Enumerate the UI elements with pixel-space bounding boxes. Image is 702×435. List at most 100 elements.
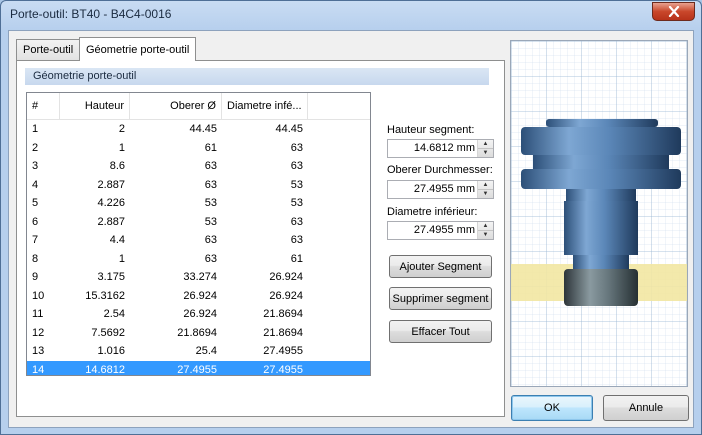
table-row[interactable]: 13 1.016 25.4 27.4955 [27,342,370,361]
column-header-oberer[interactable]: Oberer Ø [130,93,222,120]
cell-diametre: 21.8694 [263,308,303,320]
table-row[interactable]: 14 14.6812 27.4955 27.4955 [27,360,370,376]
cell-oberer: 33.274 [183,271,217,283]
spin-up-icon[interactable]: ▲ [478,222,493,230]
cell-oberer: 21.8694 [177,326,217,339]
oberer-value: 27.4955 mm [413,183,475,195]
cell-hauteur: 2.887 [97,178,125,191]
diametre-spinner[interactable]: ▲ ▼ [477,222,493,239]
oberer-input[interactable]: 27.4955 mm ▲ ▼ [387,180,494,199]
cell-index: 6 [32,215,39,228]
cell-oberer: 63 [204,178,217,191]
cell-hauteur: 2.887 [97,215,125,228]
cell-hauteur: 8.6 [109,160,125,172]
cell-diametre: 26.924 [269,289,303,302]
ajouter-segment-button[interactable]: Ajouter Segment [389,255,492,278]
close-button[interactable] [652,2,695,21]
cell-hauteur: 1 [118,141,125,154]
cell-diametre: 63 [290,141,303,154]
table-row[interactable]: 12 7.5692 21.8694 21.8694 [27,324,370,343]
hauteur-input[interactable]: 14.6812 mm ▲ ▼ [387,139,494,158]
cell-diametre: 27.4955 [263,345,303,357]
cell-diametre: 27.4955 [263,363,303,376]
spin-up-icon[interactable]: ▲ [478,140,493,148]
table-row[interactable]: 3 8.6 63 63 [27,157,370,176]
table-row[interactable]: 4 2.887 63 53 [27,176,370,195]
supprimer-segment-button[interactable]: Supprimer segment [389,287,492,310]
cell-index: 5 [32,197,39,209]
oberer-spinner[interactable]: ▲ ▼ [477,181,493,198]
cell-oberer: 53 [204,215,217,228]
geometry-table[interactable]: # Hauteur Oberer Ø Diametre infé... 1 2 44… [26,92,371,376]
cell-diametre: 26.924 [269,271,303,283]
table-row[interactable]: 2 1 61 63 [27,139,370,158]
tab-label: Porte-outil [23,44,74,56]
cell-diametre: 63 [290,160,303,172]
column-header-diametre[interactable]: Diametre infé... [222,93,308,120]
tab-geometrie[interactable]: Géometrie porte-outil [79,37,197,61]
table-row[interactable]: 1 2 44.45 44.45 [27,120,370,139]
table-row[interactable]: 10 15.3162 26.924 26.924 [27,287,370,306]
diametre-label: Diametre inférieur: [387,206,478,218]
cell-hauteur: 15.3162 [85,289,125,302]
cell-diametre: 53 [290,197,303,209]
cell-hauteur: 3.175 [97,271,125,283]
table-row[interactable]: 7 4.4 63 63 [27,231,370,250]
cell-index: 14 [32,363,45,376]
tool-holder-drawing [511,41,687,386]
cell-index: 11 [32,308,44,320]
ok-button[interactable]: OK [511,395,593,421]
tool-holder-preview[interactable] [510,40,688,387]
cell-hauteur: 2 [118,123,125,135]
cell-oberer: 44.45 [189,123,217,135]
effacer-tout-button[interactable]: Effacer Tout [389,320,492,343]
cell-diametre: 61 [290,252,303,265]
title-bar[interactable]: Porte-outil: BT40 - B4C4-0016 [1,1,701,29]
tab-panel: Géometrie porte-outil # Hauteur Oberer Ø… [16,60,505,417]
cell-diametre: 63 [290,215,303,228]
cell-index: 10 [32,289,45,302]
cell-index: 13 [32,345,45,357]
window-title: Porte-outil: BT40 - B4C4-0016 [10,7,172,21]
close-icon [668,6,679,17]
cell-oberer: 63 [204,234,217,246]
cell-oberer: 26.924 [183,308,217,320]
diametre-value: 27.4955 mm [413,224,475,236]
diametre-input[interactable]: 27.4955 mm ▲ ▼ [387,221,494,240]
tab-porte-outil[interactable]: Porte-outil [16,39,81,60]
cell-oberer: 27.4955 [177,363,217,376]
cell-index: 8 [32,252,39,265]
spin-down-icon[interactable]: ▼ [478,148,493,156]
spin-down-icon[interactable]: ▼ [478,230,493,238]
cell-index: 7 [32,234,39,246]
column-header-hauteur[interactable]: Hauteur [60,93,130,120]
cell-index: 9 [32,271,39,283]
annule-button[interactable]: Annule [603,395,689,421]
cell-index: 2 [32,141,39,154]
cell-oberer: 63 [204,252,217,265]
column-header-index[interactable]: # [27,93,60,120]
hauteur-spinner[interactable]: ▲ ▼ [477,140,493,157]
spin-down-icon[interactable]: ▼ [478,189,493,197]
cell-hauteur: 2.54 [103,308,125,320]
cell-index: 4 [32,178,39,191]
cell-hauteur: 14.6812 [85,363,125,376]
table-row[interactable]: 9 3.175 33.274 26.924 [27,268,370,287]
cell-oberer: 26.924 [183,289,217,302]
dialog-window: Porte-outil: BT40 - B4C4-0016 Porte-outi… [0,0,702,435]
oberer-label: Oberer Durchmesser: [387,164,493,176]
cell-diametre: 53 [290,178,303,191]
cell-diametre: 21.8694 [263,326,303,339]
spin-up-icon[interactable]: ▲ [478,181,493,189]
cell-hauteur: 7.5692 [91,326,125,339]
cell-index: 12 [32,326,45,339]
table-row[interactable]: 8 1 63 61 [27,250,370,269]
table-row[interactable]: 11 2.54 26.924 21.8694 [27,305,370,324]
table-row[interactable]: 6 2.887 53 63 [27,213,370,232]
cell-diametre: 44.45 [275,123,303,135]
cell-oberer: 63 [204,160,217,172]
table-row[interactable]: 5 4.226 53 53 [27,194,370,213]
dialog-client: Porte-outil Géometrie porte-outil Géomet… [8,30,694,428]
tab-label: Géometrie porte-outil [86,43,190,56]
cell-oberer: 61 [204,141,217,154]
